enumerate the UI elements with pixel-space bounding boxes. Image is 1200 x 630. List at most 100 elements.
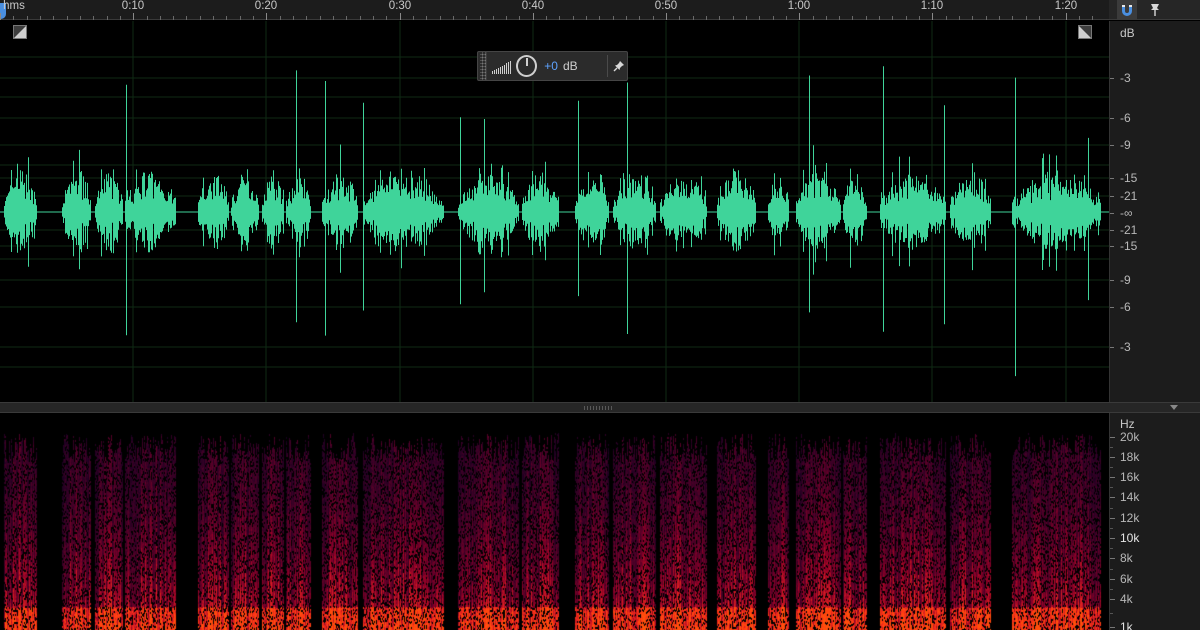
ruler-tick — [333, 16, 334, 20]
hz-scale-minor-tick — [1110, 569, 1113, 570]
ruler-tick — [1026, 16, 1027, 20]
amplitude-scale[interactable]: dB -3 -6 -9 -15 -21 -∞ -21 -15 -9 -6 -3 — [1109, 21, 1200, 402]
ruler-tick — [639, 16, 640, 20]
ruler-tick — [426, 16, 427, 20]
waveform-trace — [4, 66, 1101, 377]
ruler-tick — [93, 16, 94, 20]
ruler-tick — [533, 13, 534, 20]
ruler-tick — [746, 16, 747, 20]
ruler-tick — [386, 16, 387, 20]
ruler-tick — [613, 16, 614, 20]
ruler-tick — [200, 16, 201, 20]
db-scale-label: -15 — [1120, 171, 1138, 185]
ruler-time-label: 1:00 — [787, 0, 811, 12]
spectrogram-canvas[interactable] — [0, 413, 1109, 630]
time-format-label[interactable]: hms — [3, 0, 25, 12]
ruler-tick — [813, 16, 814, 20]
ruler-tick — [1066, 13, 1067, 20]
ruler-tick — [959, 16, 960, 20]
ruler-tick — [879, 16, 880, 20]
ruler-tick — [559, 16, 560, 20]
db-scale-label: -∞ — [1120, 206, 1133, 220]
hz-scale-tick — [1110, 477, 1115, 478]
marker-button[interactable] — [1145, 0, 1165, 20]
chevron-down-icon[interactable] — [1170, 405, 1178, 410]
ruler-time-label: 0:50 — [654, 0, 678, 12]
ruler-tick — [400, 13, 401, 20]
hz-scale-tick — [1110, 599, 1115, 600]
ruler-tick — [826, 16, 827, 20]
gain-hud: +0 dB — [477, 51, 628, 81]
hud-separator — [606, 55, 608, 77]
ruler-tick — [892, 16, 893, 20]
db-scale-tick — [1110, 230, 1114, 231]
ruler-tick — [546, 16, 547, 20]
spectral-frequency-view[interactable] — [0, 413, 1109, 630]
ruler-tick — [120, 16, 121, 20]
ruler-tick — [466, 16, 467, 20]
ruler-tick — [186, 16, 187, 20]
ruler-tick — [519, 16, 520, 20]
fade-in-handle[interactable] — [13, 25, 27, 39]
ruler-tick — [999, 16, 1000, 20]
ruler-tick — [946, 16, 947, 20]
ruler-tick — [719, 16, 720, 20]
ruler-tick — [320, 16, 321, 20]
ruler-tick — [160, 16, 161, 20]
ruler-tick — [586, 16, 587, 20]
ruler-tick — [346, 16, 347, 20]
snap-toggle-button[interactable] — [1117, 0, 1137, 20]
ruler-tick — [253, 16, 254, 20]
hz-scale-label: 14k — [1120, 490, 1140, 504]
db-scale-label: -15 — [1120, 239, 1138, 253]
ruler-tick — [80, 16, 81, 20]
panel-divider[interactable] — [0, 402, 1200, 413]
ruler-tick — [107, 16, 108, 20]
ruler-tick — [133, 13, 134, 20]
db-scale-tick — [1110, 307, 1114, 308]
gain-knob[interactable] — [515, 55, 538, 77]
ruler-tick — [786, 16, 787, 20]
hz-scale-tick — [1110, 457, 1115, 458]
pin-hud-button[interactable] — [612, 58, 627, 74]
ruler-tick — [506, 16, 507, 20]
ruler-tick — [40, 16, 41, 20]
ruler-tick — [906, 16, 907, 20]
frequency-scale[interactable]: Hz 20k 18k 16k 14k 12k 10k 8k 6k 4k 1k — [1109, 413, 1200, 630]
hz-scale-tick — [1110, 497, 1115, 498]
fade-out-handle[interactable] — [1078, 25, 1092, 39]
ruler-tick — [13, 16, 14, 20]
hz-scale-tick — [1110, 558, 1115, 559]
db-scale-tick — [1110, 196, 1114, 197]
db-scale-label: -3 — [1120, 71, 1131, 85]
hz-scale-minor-tick — [1110, 528, 1113, 529]
hz-scale-label: 18k — [1120, 450, 1140, 464]
gain-value[interactable]: +0 — [544, 59, 558, 73]
db-scale-tick — [1110, 145, 1114, 146]
ruler-tick — [1092, 16, 1093, 20]
ruler-tick — [986, 16, 987, 20]
ruler-tick — [493, 16, 494, 20]
ruler-tick — [666, 13, 667, 20]
ruler-time-label: 1:10 — [920, 0, 944, 12]
hz-scale-tick — [1110, 627, 1115, 628]
ruler-tick — [440, 16, 441, 20]
ruler-tick — [53, 16, 54, 20]
timeline-ruler[interactable]: hms 0:10 0:20 0:30 0:40 0:50 1:00 1:10 1:20 — [0, 0, 1109, 20]
hz-scale-tick — [1110, 579, 1115, 580]
ruler-tick — [1012, 16, 1013, 20]
hud-drag-grip[interactable] — [480, 52, 487, 80]
ruler-tick — [852, 16, 853, 20]
hz-scale-label: 12k — [1120, 511, 1140, 525]
ruler-tick — [280, 16, 281, 20]
ruler-tick — [573, 16, 574, 20]
db-scale-tick — [1110, 246, 1114, 247]
db-scale-tick — [1110, 213, 1114, 214]
hz-scale-minor-tick — [1110, 613, 1113, 614]
ruler-tick — [226, 16, 227, 20]
ruler-tick — [972, 16, 973, 20]
divider-grip[interactable] — [583, 406, 613, 410]
ruler-time-label: 0:40 — [521, 0, 545, 12]
ruler-tick — [240, 16, 241, 20]
ruler-tick — [480, 16, 481, 20]
